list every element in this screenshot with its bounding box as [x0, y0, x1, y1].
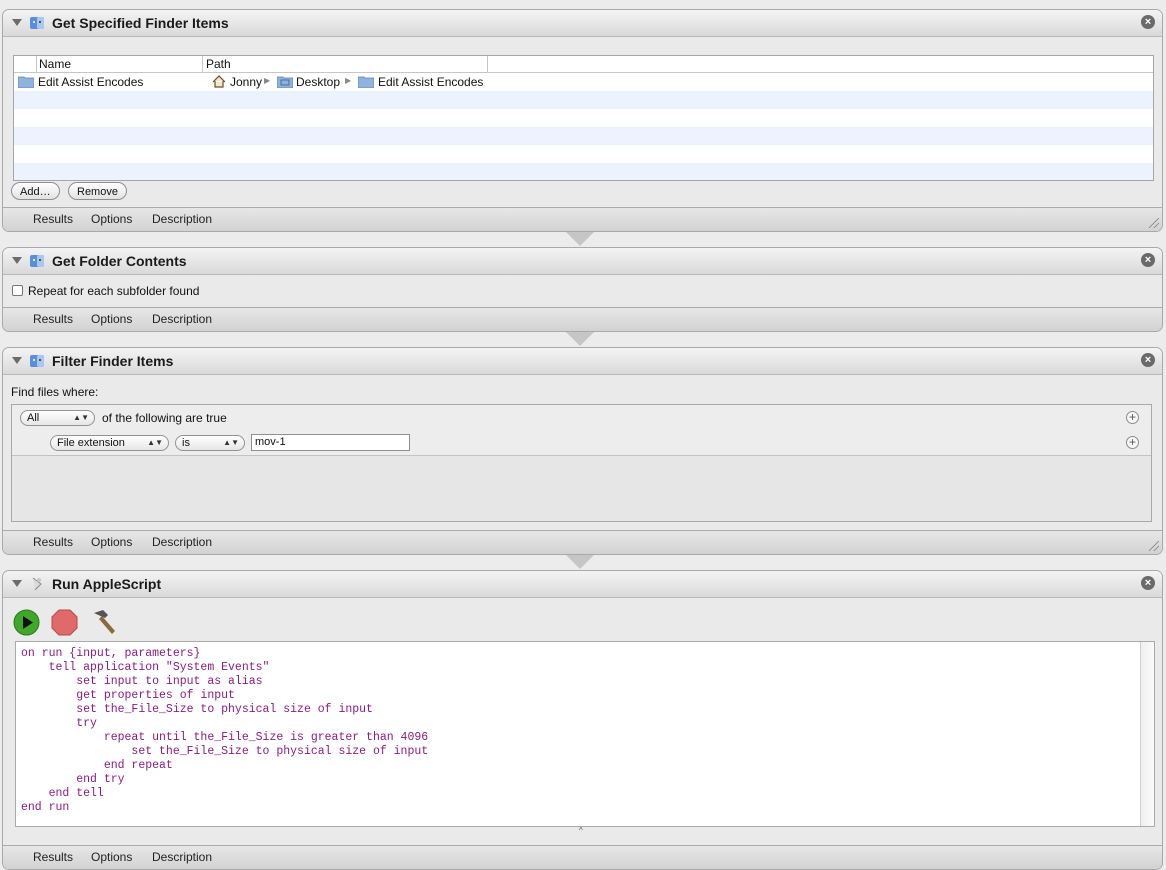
criterion-row: File extension ▲▼ is ▲▼ mov-1 +	[12, 430, 1151, 456]
close-icon[interactable]: ×	[1141, 353, 1155, 367]
code-line: end run	[21, 801, 70, 814]
field-popup[interactable]: File extension ▲▼	[50, 435, 169, 451]
action-header[interactable]: Get Folder Contents ×	[3, 248, 1162, 275]
compile-hammer-icon[interactable]	[88, 607, 118, 637]
code-line: set input to input as alias	[21, 675, 263, 688]
add-criterion-icon[interactable]: +	[1126, 436, 1139, 449]
vertical-scrollbar[interactable]	[1140, 642, 1154, 826]
find-files-label: Find files where:	[11, 385, 99, 399]
row-name: Edit Assist Encodes	[38, 75, 144, 89]
code-line: tell application "System Events"	[21, 661, 270, 674]
action-get-folder-contents: Get Folder Contents × Repeat for each su…	[2, 247, 1163, 332]
folder-icon	[358, 76, 374, 88]
add-criterion-icon[interactable]: +	[1126, 411, 1139, 424]
path-segment-home: Jonny	[230, 75, 263, 89]
action-title: Get Folder Contents	[52, 253, 187, 269]
results-tab[interactable]: Results	[33, 312, 73, 326]
close-icon[interactable]: ×	[1141, 15, 1155, 29]
checkbox-label: Repeat for each subfolder found	[28, 284, 200, 298]
disclosure-triangle-icon[interactable]	[12, 257, 22, 264]
disclosure-triangle-icon[interactable]	[12, 580, 22, 587]
stop-icon[interactable]	[51, 609, 78, 636]
match-popup[interactable]: All ▲▼	[20, 410, 95, 426]
table-row-empty	[14, 163, 1153, 180]
results-tab[interactable]: Results	[33, 212, 73, 226]
resize-grip-icon[interactable]	[1149, 218, 1159, 228]
operator-popup[interactable]: is ▲▼	[175, 435, 245, 451]
close-icon[interactable]: ×	[1141, 576, 1155, 590]
action-header[interactable]: Filter Finder Items ×	[3, 348, 1162, 375]
table-row-empty	[14, 91, 1153, 109]
folder-icon	[18, 76, 34, 88]
connector-arrow-icon	[566, 232, 594, 246]
table-row-empty	[14, 127, 1153, 145]
split-handle-icon[interactable]: ^	[579, 826, 583, 835]
code-line: try	[21, 717, 97, 730]
table-row-empty	[14, 109, 1153, 127]
code-line: end try	[21, 773, 125, 786]
action-title: Get Specified Finder Items	[52, 15, 229, 31]
close-icon[interactable]: ×	[1141, 253, 1155, 267]
description-tab[interactable]: Description	[152, 850, 212, 864]
action-footer: Results Options Description	[3, 307, 1162, 331]
resize-grip-icon[interactable]	[1149, 541, 1159, 551]
finder-icon	[30, 255, 44, 267]
action-run-applescript: Run AppleScript × on run {input, paramet…	[2, 570, 1163, 870]
column-header-path[interactable]: Path	[206, 57, 231, 71]
desktop-folder-icon	[277, 76, 293, 88]
description-tab[interactable]: Description	[152, 212, 212, 226]
action-filter-finder-items: Filter Finder Items × Find files where: …	[2, 347, 1163, 555]
connector-arrow-icon	[566, 332, 594, 346]
table-row[interactable]: Edit Assist Encodes Jonny ▶ Desktop ▶ Ed…	[14, 73, 1153, 91]
code-line: set the_File_Size to physical size of in…	[21, 745, 429, 758]
code-line: repeat until the_File_Size is greater th…	[21, 731, 429, 744]
action-get-specified-finder-items: Get Specified Finder Items × Name Path E…	[2, 9, 1163, 232]
disclosure-triangle-icon[interactable]	[12, 357, 22, 364]
column-header-name[interactable]: Name	[39, 57, 71, 71]
script-editor[interactable]: on run {input, parameters} tell applicat…	[15, 641, 1155, 827]
results-tab[interactable]: Results	[33, 850, 73, 864]
repeat-subfolder-checkbox[interactable]	[12, 285, 23, 296]
path-segment-desktop: Desktop	[296, 75, 341, 89]
script-editor-icon	[32, 577, 42, 591]
action-header[interactable]: Run AppleScript ×	[3, 571, 1162, 598]
action-title: Run AppleScript	[52, 576, 162, 592]
finder-icon	[30, 17, 44, 29]
finder-icon	[30, 355, 44, 367]
match-row: All ▲▼ of the following are true +	[12, 405, 1151, 431]
remove-button[interactable]: Remove	[68, 182, 127, 200]
code-line: set the_File_Size to physical size of in…	[21, 703, 373, 716]
action-footer: Results Options Description	[3, 530, 1162, 554]
options-tab[interactable]: Options	[91, 212, 132, 226]
criteria-box: All ▲▼ of the following are true + File e…	[11, 404, 1152, 522]
code-line: on run {input, parameters}	[21, 647, 201, 660]
code-line: end repeat	[21, 759, 173, 772]
match-suffix-label: of the following are true	[102, 411, 227, 425]
options-tab[interactable]: Options	[91, 312, 132, 326]
action-footer: Results Options Description	[3, 845, 1162, 869]
description-tab[interactable]: Description	[152, 312, 212, 326]
path-separator-icon: ▶	[345, 76, 352, 85]
home-icon	[212, 75, 226, 88]
path-segment-folder: Edit Assist Encodes	[378, 75, 484, 89]
connector-arrow-icon	[566, 555, 594, 569]
table-header: Name Path	[14, 56, 1153, 73]
path-separator-icon: ▶	[264, 76, 271, 85]
action-footer: Results Options Description	[3, 207, 1162, 231]
code-line: get properties of input	[21, 689, 235, 702]
add-button[interactable]: Add…	[11, 182, 60, 200]
action-title: Filter Finder Items	[52, 353, 174, 369]
description-tab[interactable]: Description	[152, 535, 212, 549]
code-line: end tell	[21, 787, 104, 800]
run-icon[interactable]	[13, 609, 40, 636]
action-header[interactable]: Get Specified Finder Items ×	[3, 10, 1162, 37]
extension-value-field[interactable]: mov-1	[251, 434, 410, 451]
disclosure-triangle-icon[interactable]	[12, 19, 22, 26]
options-tab[interactable]: Options	[91, 535, 132, 549]
table-row-empty	[14, 145, 1153, 163]
finder-items-table[interactable]: Name Path Edit Assist Encodes Jonny ▶ De…	[13, 55, 1154, 181]
options-tab[interactable]: Options	[91, 850, 132, 864]
results-tab[interactable]: Results	[33, 535, 73, 549]
